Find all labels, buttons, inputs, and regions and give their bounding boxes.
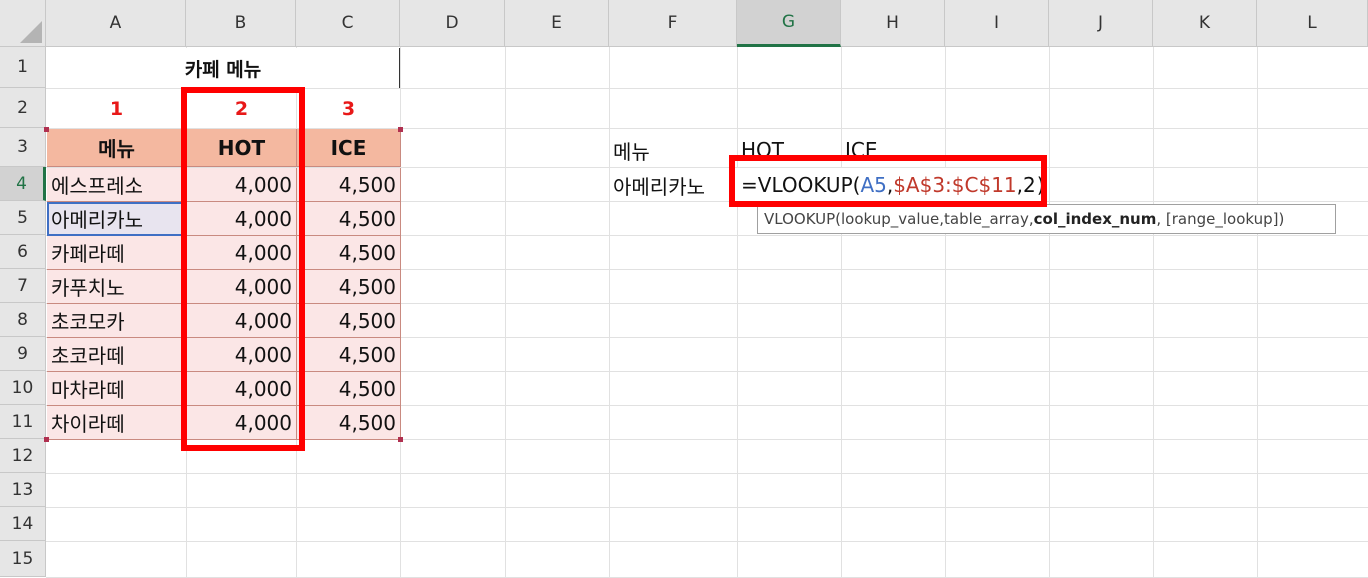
gridline-vertical [1257, 47, 1258, 577]
range-handle-bl[interactable] [44, 437, 49, 442]
formula-ref-range: $A$3:$C$11 [893, 173, 1017, 197]
gridline-vertical [505, 47, 506, 577]
tooltip-arg-lookup-value[interactable]: lookup_value, [841, 210, 944, 228]
column-header-h[interactable]: H [841, 0, 945, 47]
menu-name-cell[interactable]: 초코모카 [47, 304, 187, 338]
col-index-3[interactable]: 3 [297, 89, 400, 128]
column-header-c[interactable]: C [296, 0, 400, 47]
column-header-a[interactable]: A [46, 0, 186, 47]
ice-price-cell[interactable]: 4,500 [297, 168, 401, 202]
menu-name-cell[interactable]: 카푸치노 [47, 270, 187, 304]
header-menu[interactable]: 메뉴 [47, 129, 187, 167]
range-handle-br[interactable] [398, 437, 403, 442]
hot-price-cell[interactable]: 4,000 [187, 270, 297, 304]
column-header-d[interactable]: D [400, 0, 505, 47]
menu-name-cell[interactable]: 초코라떼 [47, 338, 187, 372]
hot-price-cell[interactable]: 4,000 [187, 406, 297, 440]
gridline-vertical [609, 47, 610, 577]
gridline-horizontal [46, 473, 1368, 474]
column-header-g[interactable]: G [737, 0, 841, 47]
range-handle-tr[interactable] [398, 127, 403, 132]
hot-price-cell[interactable]: 4,000 [187, 372, 297, 406]
menu-name-cell[interactable]: 차이라떼 [47, 406, 187, 440]
menu-name-cell[interactable]: 아메리카노 [47, 202, 187, 236]
formula-prefix: =VLOOKUP( [741, 173, 861, 197]
ice-price-cell[interactable]: 4,500 [297, 270, 401, 304]
spreadsheet-grid[interactable]: ABCDEFGHIJKL 1 2 3 4 5 6 7 8 9 10 11 12 13 14 15 카페 메뉴… [0, 0, 1368, 578]
ice-price-cell[interactable]: 4,500 [297, 202, 401, 236]
gridline-vertical [737, 47, 738, 577]
formula-arg3: 2 [1023, 173, 1036, 197]
column-header-f[interactable]: F [609, 0, 737, 47]
column-header-j[interactable]: J [1049, 0, 1153, 47]
column-header-k[interactable]: K [1153, 0, 1257, 47]
row-header-5[interactable]: 5 [0, 201, 46, 235]
row-header-3[interactable]: 3 [0, 128, 46, 167]
gridline-vertical [841, 47, 842, 577]
lookup-label-hot[interactable]: HOT [737, 133, 841, 167]
row-header-4[interactable]: 4 [0, 167, 46, 201]
hot-price-cell[interactable]: 4,000 [187, 338, 297, 372]
col-index-1[interactable]: 1 [47, 89, 186, 128]
select-all-triangle-icon [20, 21, 42, 43]
gridline-horizontal [46, 507, 1368, 508]
row-header-14[interactable]: 14 [0, 507, 46, 541]
tooltip-arg-col-index-num[interactable]: col_index_num [1034, 210, 1157, 228]
row-header-12[interactable]: 12 [0, 439, 46, 473]
lookup-label-menu[interactable]: 메뉴 [609, 133, 737, 167]
header-hot[interactable]: HOT [187, 129, 297, 167]
menu-name-cell[interactable]: 에스프레소 [47, 168, 187, 202]
formula-suffix: ) [1036, 173, 1045, 197]
gridline-horizontal [46, 541, 1368, 542]
ice-price-cell[interactable]: 4,500 [297, 304, 401, 338]
formula-cell-g4[interactable]: =VLOOKUP(A5, $A$3:$C$11, 2) [737, 168, 1045, 202]
column-header-b[interactable]: B [186, 0, 296, 47]
hot-price-cell[interactable]: 4,000 [187, 236, 297, 270]
ice-price-cell[interactable]: 4,500 [297, 236, 401, 270]
hot-price-cell[interactable]: 4,000 [187, 304, 297, 338]
ice-price-cell[interactable]: 4,500 [297, 372, 401, 406]
menu-name-cell[interactable]: 카페라떼 [47, 236, 187, 270]
select-all-corner[interactable] [0, 0, 46, 47]
gridline-vertical [1049, 47, 1050, 577]
row-header-2[interactable]: 2 [0, 88, 46, 128]
row-header-13[interactable]: 13 [0, 473, 46, 507]
ice-price-cell[interactable]: 4,500 [297, 406, 401, 440]
lookup-label-ice[interactable]: ICE [841, 133, 945, 167]
function-argument-tooltip[interactable]: VLOOKUP(lookup_value, table_array, col_i… [757, 204, 1336, 234]
col-index-2[interactable]: 2 [187, 89, 296, 128]
row-header-9[interactable]: 9 [0, 337, 46, 371]
row-header-10[interactable]: 10 [0, 371, 46, 405]
row-header-7[interactable]: 7 [0, 269, 46, 303]
row-header-8[interactable]: 8 [0, 303, 46, 337]
row-header-15[interactable]: 15 [0, 541, 46, 577]
formula-ref-a5: A5 [860, 173, 887, 197]
column-header-l[interactable]: L [1257, 0, 1368, 47]
header-ice[interactable]: ICE [297, 129, 401, 167]
column-header-i[interactable]: I [945, 0, 1049, 47]
hot-price-cell[interactable]: 4,000 [187, 168, 297, 202]
range-handle-tl[interactable] [44, 127, 49, 132]
tooltip-arg-range-lookup[interactable]: , [range_lookup]) [1156, 210, 1284, 228]
lookup-value-menu[interactable]: 아메리카노 [609, 168, 737, 202]
hot-price-cell[interactable]: 4,000 [187, 202, 297, 236]
row-header-1[interactable]: 1 [0, 47, 46, 88]
row-header-6[interactable]: 6 [0, 235, 46, 269]
column-header-e[interactable]: E [505, 0, 609, 47]
tooltip-arg-table-array[interactable]: table_array, [944, 210, 1034, 228]
ice-price-cell[interactable]: 4,500 [297, 338, 401, 372]
gridline-vertical [1153, 47, 1154, 577]
tooltip-fn[interactable]: VLOOKUP( [764, 210, 841, 228]
gridline-vertical [945, 47, 946, 577]
title-cell[interactable]: 카페 메뉴 [47, 48, 400, 88]
row-header-11[interactable]: 11 [0, 405, 46, 439]
menu-name-cell[interactable]: 마차라떼 [47, 372, 187, 406]
